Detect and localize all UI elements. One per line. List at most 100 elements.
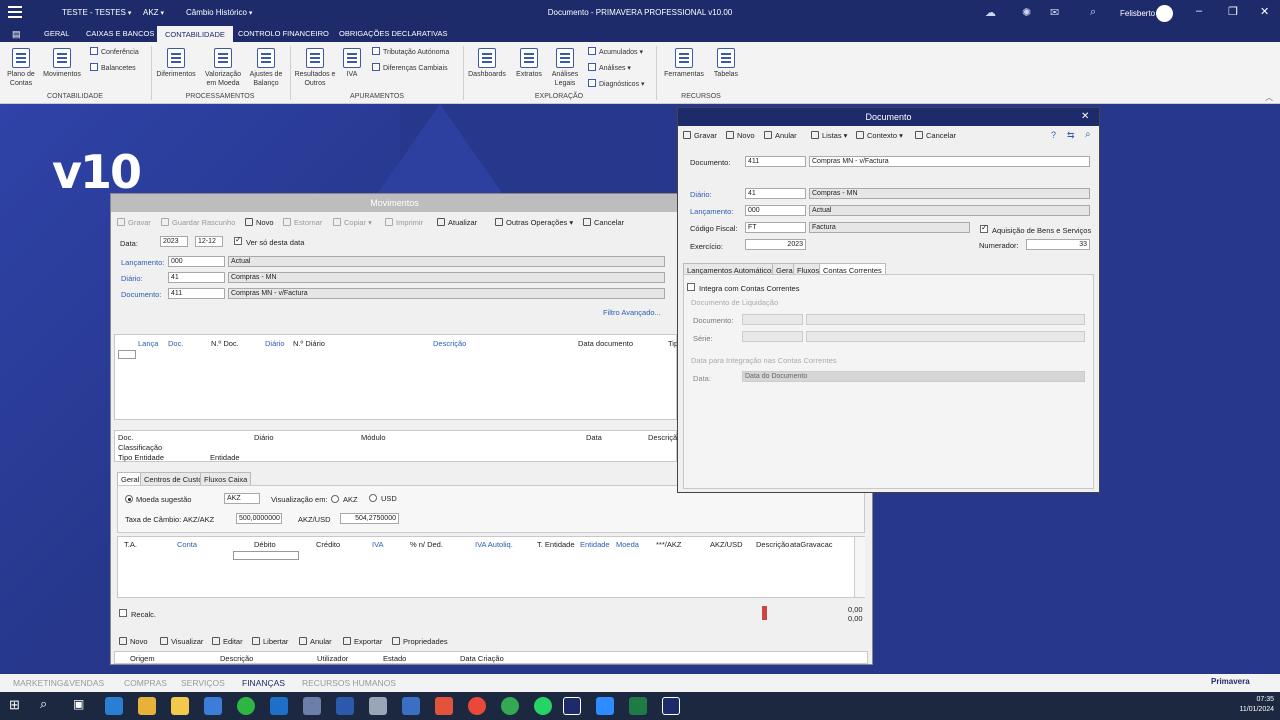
doc-documento-code[interactable]: 411 (745, 156, 806, 167)
system-clock[interactable]: 07:35 11/01/2024 (1232, 695, 1274, 715)
akz-akz-field[interactable]: 500,0000000 (236, 513, 282, 524)
col-estado[interactable]: Estado (383, 654, 406, 663)
akz-radio[interactable] (331, 495, 339, 503)
whatsapp-icon[interactable] (237, 697, 255, 715)
col-data-criacao[interactable]: Data Criação (460, 654, 504, 663)
col-data-documento[interactable]: Data documento (578, 339, 633, 348)
diario-code-field[interactable]: 41 (168, 272, 225, 283)
doc-diario-code[interactable]: 41 (745, 188, 806, 199)
file-explorer-icon[interactable] (171, 697, 189, 715)
aquisicao-checkbox[interactable] (980, 223, 988, 233)
module-recursos-humanos[interactable]: RECURSOS HUMANOS (302, 678, 396, 688)
data-day-field[interactable]: 12-12 (195, 236, 223, 247)
chrome-icon[interactable] (468, 697, 486, 715)
hamburger-menu-icon[interactable] (8, 6, 22, 18)
lancamento-code-field[interactable]: 000 (168, 256, 225, 267)
col-ded[interactable]: % n/ Ded. (410, 540, 443, 549)
plano-contas-button[interactable]: Plano de Contas (4, 48, 38, 88)
movimentos-button[interactable]: Movimentos (42, 48, 82, 79)
mail-icon[interactable] (204, 697, 222, 715)
close-icon[interactable]: ✕ (1260, 5, 1269, 18)
app-icon[interactable] (435, 697, 453, 715)
search-icon[interactable]: ⌕ (1085, 129, 1091, 140)
col-origem[interactable]: Origem (130, 654, 155, 663)
novo-button[interactable]: Novo (245, 218, 274, 227)
col-iva-autoliq[interactable]: IVA Autoliq. (475, 540, 513, 549)
atualizar-button[interactable]: Atualizar (437, 218, 477, 227)
filtro-avancado-link[interactable]: Filtro Avançado... (603, 308, 661, 317)
col-descricao[interactable]: Descrição (433, 339, 466, 348)
documento-code-field[interactable]: 411 (168, 288, 225, 299)
col-conta[interactable]: Conta (177, 540, 197, 549)
tributacao-button[interactable]: Tributação Autónoma (372, 47, 449, 56)
tab-mov-centros[interactable]: Centros de Custo (140, 472, 207, 486)
col-lanca[interactable]: Lança (138, 339, 158, 348)
tab-contabilidade[interactable]: CONTABILIDADE (157, 26, 233, 42)
ver-so-checkbox[interactable] (234, 235, 242, 245)
col-ndiario[interactable]: N.º Diário (293, 339, 325, 348)
valorizacao-button[interactable]: Valorização em Moeda (202, 48, 244, 88)
debit-cell-editor[interactable] (233, 551, 299, 560)
messages-icon[interactable]: ✉ (1050, 6, 1059, 19)
iva-button[interactable]: IVA (340, 48, 364, 79)
resultados-button[interactable]: Resultados e Outros (294, 48, 336, 88)
akz-usd-field[interactable]: 504,2750000 (340, 513, 399, 524)
primavera-app-icon[interactable] (662, 697, 680, 715)
search-icon[interactable]: ⌕ (1090, 6, 1096, 19)
balancetes-button[interactable]: Balancetes (90, 63, 136, 72)
estornar-button[interactable]: Estornar (283, 218, 322, 227)
avatar[interactable] (1156, 5, 1173, 22)
gravar-button[interactable]: Gravar (117, 218, 151, 227)
doc-contexto-button[interactable]: Contexto ▾ (856, 131, 903, 140)
tree-icon[interactable]: ⇆ (1067, 130, 1075, 141)
usd-radio[interactable] (369, 494, 377, 502)
module-financas[interactable]: FINANÇAS (242, 678, 285, 688)
app-icon[interactable] (369, 697, 387, 715)
currency-selector[interactable]: AKZ (143, 8, 164, 17)
bottom-novo-button[interactable]: Novo (119, 637, 148, 646)
primavera-app-icon[interactable] (563, 697, 581, 715)
outras-operacoes-button[interactable]: Outras Operações ▾ (495, 218, 573, 227)
imprimir-button[interactable]: Imprimir (385, 218, 423, 227)
tab-mov-fluxos[interactable]: Fluxos Caixa (200, 472, 252, 486)
exercicio-field[interactable]: 2023 (745, 239, 806, 250)
numerador-field[interactable]: 33 (1026, 239, 1090, 250)
doc-listas-button[interactable]: Listas ▾ (811, 131, 847, 140)
tab-controlo-financeiro[interactable]: CONTROLO FINANCEIRO (238, 29, 329, 38)
col-entidade[interactable]: Entidade (580, 540, 610, 549)
col-ta[interactable]: T.A. (124, 540, 137, 549)
search-icon[interactable]: ⌕ (40, 696, 47, 712)
documento-close-icon[interactable]: ✕ (1081, 111, 1089, 122)
col-debito[interactable]: Débito (254, 540, 276, 549)
windows-start-icon[interactable]: ⊞ (9, 697, 20, 713)
copiar-button[interactable]: Copiar ▾ (333, 218, 372, 227)
calculator-icon[interactable] (303, 697, 321, 715)
col-t-entidade[interactable]: T. Entidade (537, 540, 575, 549)
anular-button[interactable]: Anular (299, 637, 332, 646)
doc-anular-button[interactable]: Anular (764, 131, 797, 140)
tab-obrigacoes[interactable]: OBRIGAÇÕES DECLARATIVAS (339, 29, 448, 38)
ferramentas-button[interactable]: Ferramentas (660, 48, 708, 79)
col-descricao-line[interactable]: Descrição (756, 540, 789, 549)
network-icon[interactable]: ✺ (1022, 6, 1031, 19)
quick-access-icon[interactable]: ▤ (12, 29, 21, 40)
moeda-sugestao-radio[interactable] (125, 495, 133, 503)
col-diario[interactable]: Diário (265, 339, 285, 348)
cloud-icon[interactable]: ☁ (985, 6, 996, 19)
libertar-button[interactable]: Libertar (252, 637, 288, 646)
dashboards-button[interactable]: Dashboards (466, 48, 508, 79)
recalc-checkbox[interactable] (119, 609, 127, 617)
editar-button[interactable]: Editar (212, 637, 243, 646)
doc-gravar-button[interactable]: Gravar (683, 131, 717, 140)
analises-legais-button[interactable]: Análises Legais (549, 48, 581, 88)
col-utilizador[interactable]: Utilizador (317, 654, 348, 663)
acumulados-button[interactable]: Acumulados ▾ (588, 47, 643, 56)
col-akz-usd[interactable]: AKZ/USD (710, 540, 743, 549)
ajustes-button[interactable]: Ajustes de Balanço (247, 48, 285, 88)
help-icon[interactable]: ? (1051, 130, 1056, 140)
movimentos-grid[interactable]: Lança Doc. N.º Doc. Diário N.º Diário De… (114, 334, 682, 420)
col-credito[interactable]: Crédito (316, 540, 340, 549)
exportar-button[interactable]: Exportar (343, 637, 382, 646)
guardar-rascunho-button[interactable]: Guardar Rascunho (161, 218, 235, 227)
exchange-selector[interactable]: Câmbio Histórico (186, 8, 252, 17)
